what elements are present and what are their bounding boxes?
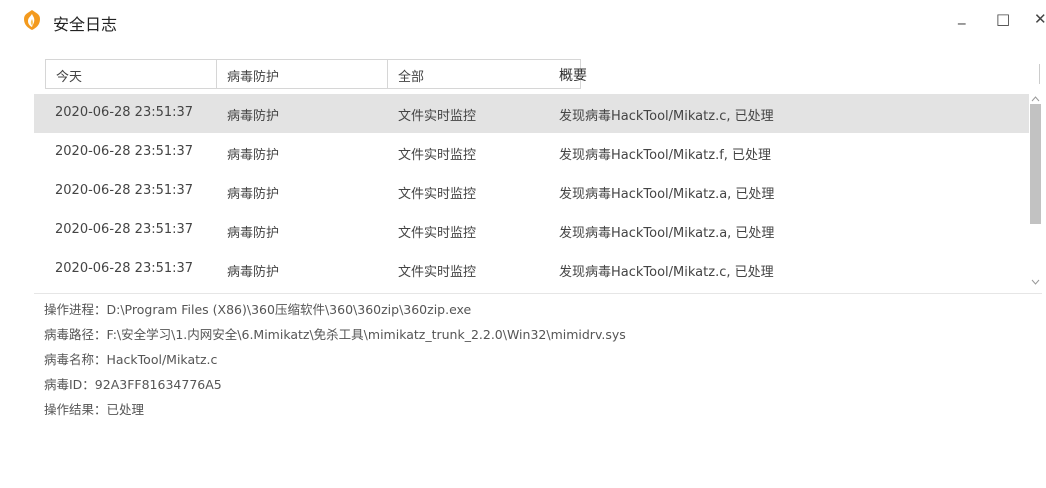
scroll-up-arrow-icon[interactable]	[1029, 94, 1042, 104]
log-source: 文件实时监控	[398, 226, 477, 241]
log-source: 文件实时监控	[398, 148, 477, 163]
scrollbar-thumb[interactable]	[1030, 104, 1041, 224]
date-filter-value: 今天	[56, 70, 83, 85]
maximize-button[interactable]: □	[996, 11, 1010, 27]
log-type: 病毒防护	[227, 148, 280, 163]
log-row[interactable]: 2020-06-28 23:51:37 病毒防护 文件实时监控 发现病毒Hack…	[34, 94, 1029, 133]
date-filter-dropdown[interactable]: 今天	[45, 59, 238, 89]
source-filter-dropdown[interactable]: 全部	[387, 59, 581, 89]
log-row[interactable]: 2020-06-28 23:51:37 病毒防护 文件实时监控 发现病毒Hack…	[34, 250, 1029, 289]
360-shield-logo-icon	[24, 10, 40, 30]
log-row[interactable]: 2020-06-28 23:51:37 病毒防护 文件实时监控 发现病毒Hack…	[34, 172, 1029, 211]
log-list: 2020-06-28 23:51:37 病毒防护 文件实时监控 发现病毒Hack…	[34, 94, 1029, 289]
detail-process: 操作进程：D:\Program Files (X86)\360压缩软件\360\…	[44, 302, 472, 317]
category-filter-dropdown[interactable]: 病毒防护	[216, 59, 409, 89]
detail-result: 操作结果：已处理	[44, 402, 145, 417]
log-source: 文件实时监控	[398, 265, 477, 280]
window-title: 安全日志	[53, 15, 118, 34]
log-summary: 发现病毒HackTool/Mikatz.a, 已处理	[559, 187, 775, 202]
header-divider	[1039, 64, 1040, 84]
source-filter-value: 全部	[398, 70, 425, 85]
log-summary: 发现病毒HackTool/Mikatz.f, 已处理	[559, 148, 772, 163]
log-time: 2020-06-28 23:51:37	[55, 222, 194, 237]
filter-bar: 今天 病毒防护 全部 概要	[34, 54, 1044, 94]
log-type: 病毒防护	[227, 226, 280, 241]
list-scrollbar[interactable]	[1029, 94, 1042, 289]
summary-column-header: 概要	[559, 68, 587, 84]
log-type: 病毒防护	[227, 265, 280, 280]
title-bar: 安全日志 _ □ ✕	[0, 0, 1046, 42]
log-summary: 发现病毒HackTool/Mikatz.a, 已处理	[559, 226, 775, 241]
log-time: 2020-06-28 23:51:37	[55, 183, 194, 198]
log-row[interactable]: 2020-06-28 23:51:37 病毒防护 文件实时监控 发现病毒Hack…	[34, 211, 1029, 250]
minimize-button[interactable]: _	[958, 8, 966, 24]
log-source: 文件实时监控	[398, 187, 477, 202]
log-summary: 发现病毒HackTool/Mikatz.c, 已处理	[559, 109, 774, 124]
detail-virus-path: 病毒路径：F:\安全学习\1.内网安全\6.Mimikatz\免杀工具\mimi…	[44, 327, 626, 342]
scroll-down-arrow-icon[interactable]	[1029, 277, 1042, 287]
log-time: 2020-06-28 23:51:37	[55, 261, 194, 276]
details-panel: 操作进程：D:\Program Files (X86)\360压缩软件\360\…	[44, 302, 626, 427]
log-summary: 发现病毒HackTool/Mikatz.c, 已处理	[559, 265, 774, 280]
detail-virus-name: 病毒名称：HackTool/Mikatz.c	[44, 352, 218, 367]
log-source: 文件实时监控	[398, 109, 477, 124]
log-type: 病毒防护	[227, 187, 280, 202]
log-type: 病毒防护	[227, 109, 280, 124]
log-time: 2020-06-28 23:51:37	[55, 144, 194, 159]
category-filter-value: 病毒防护	[227, 70, 280, 85]
log-row[interactable]: 2020-06-28 23:51:37 病毒防护 文件实时监控 发现病毒Hack…	[34, 133, 1029, 172]
detail-virus-id: 病毒ID：92A3FF81634776A5	[44, 377, 222, 392]
close-button[interactable]: ✕	[1034, 11, 1046, 27]
details-divider	[34, 293, 1042, 294]
log-time: 2020-06-28 23:51:37	[55, 105, 194, 120]
